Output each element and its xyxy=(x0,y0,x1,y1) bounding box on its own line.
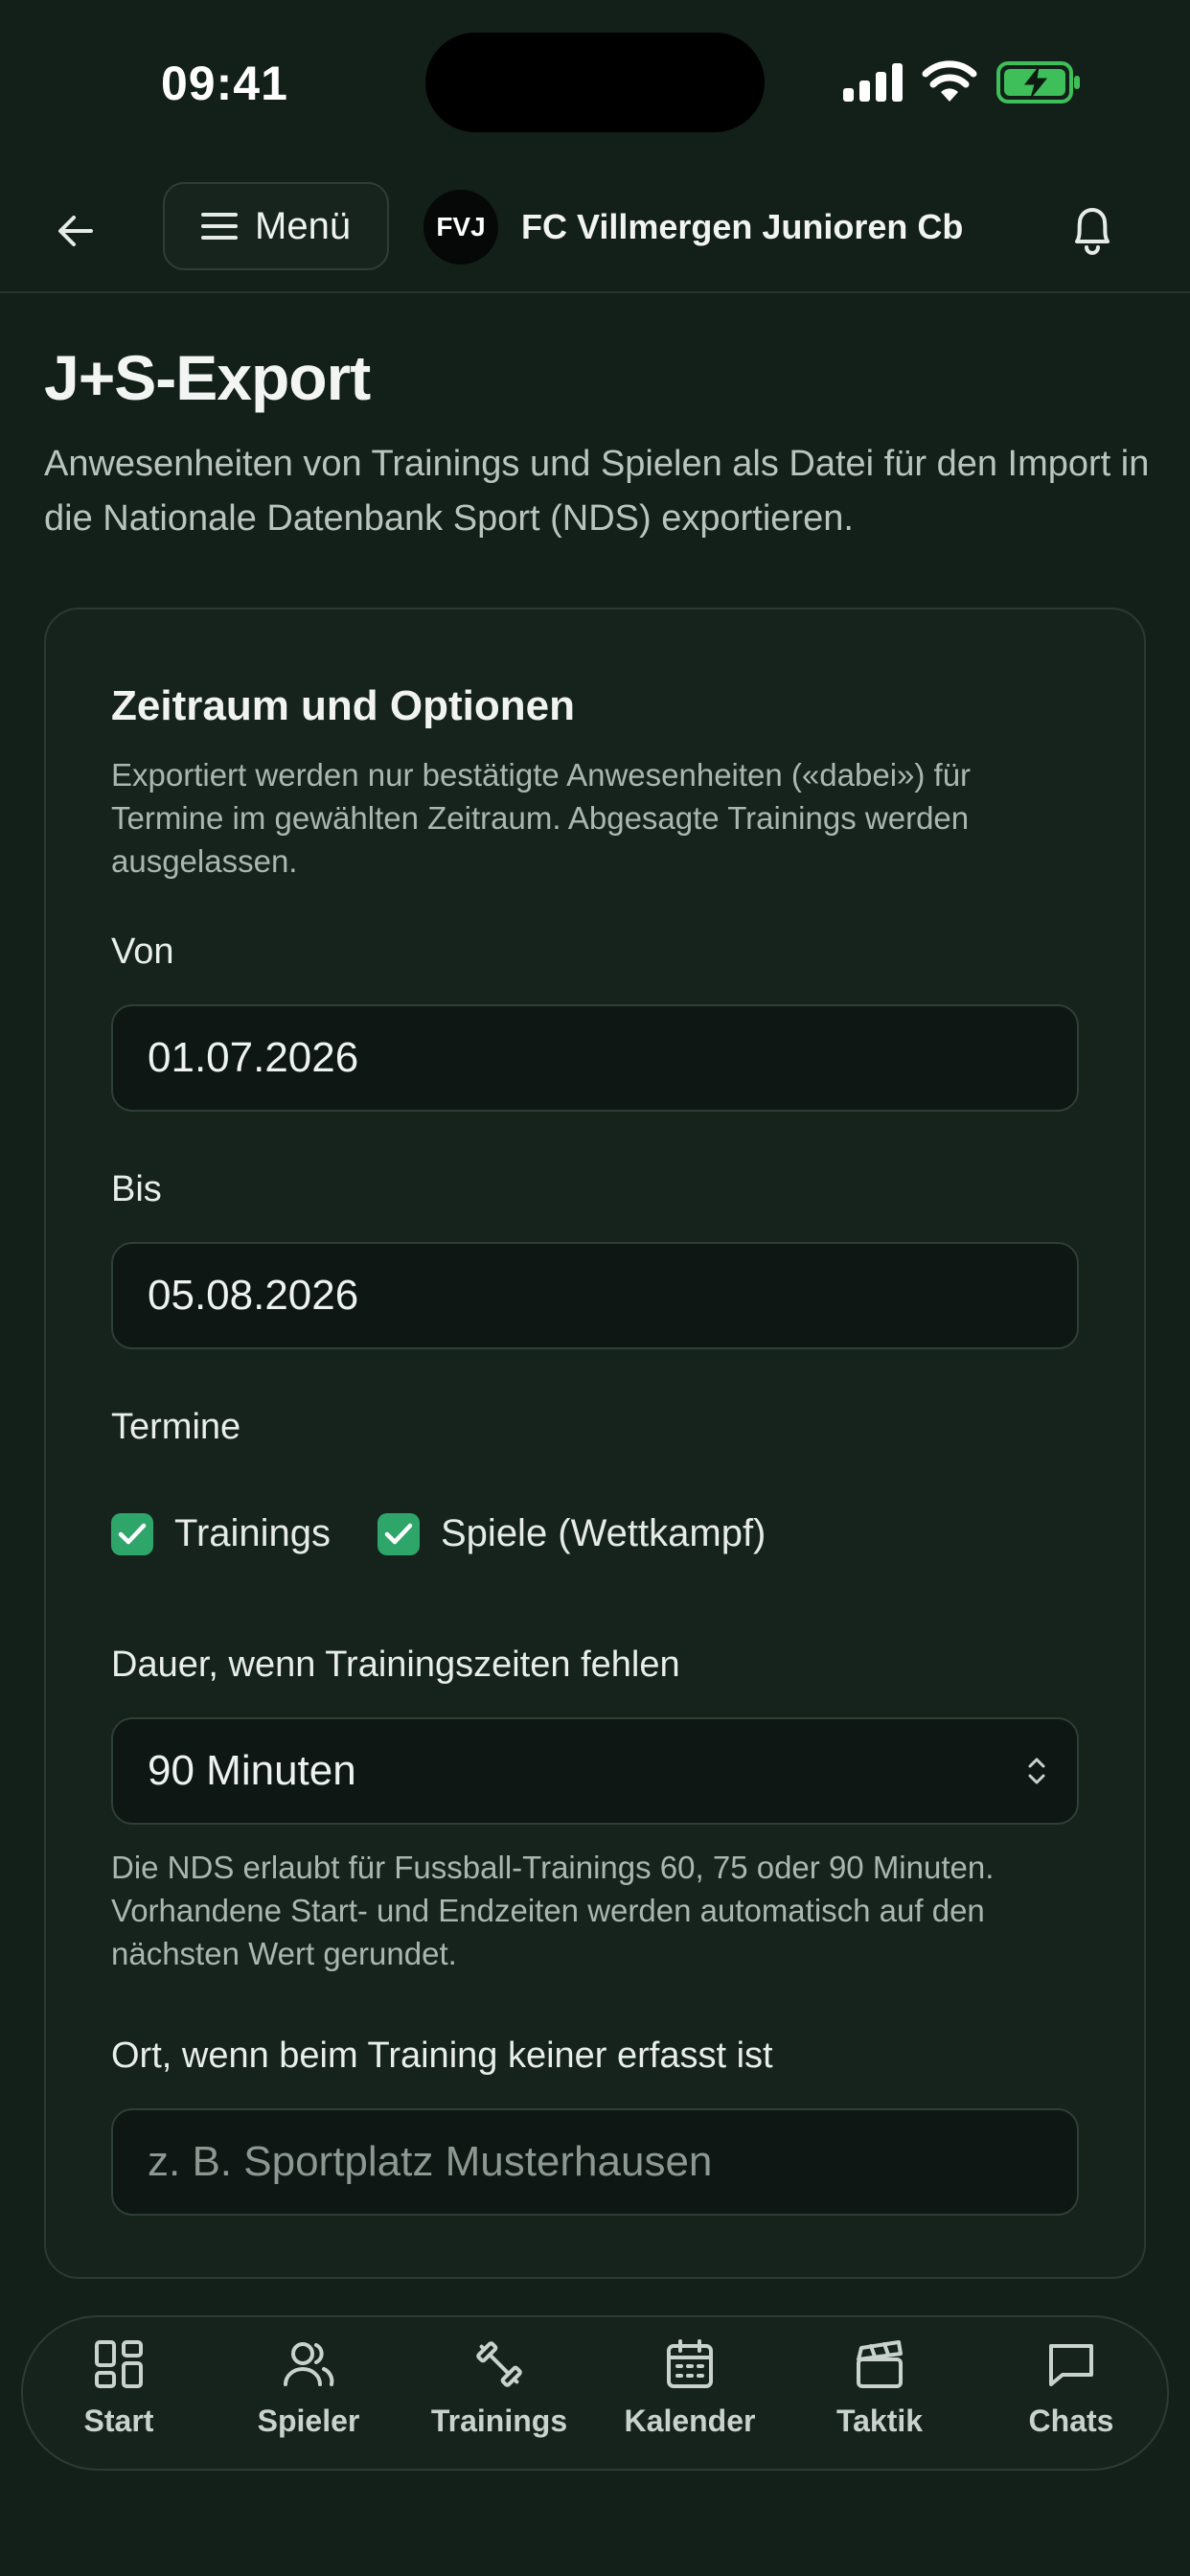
nav-taktik-label: Taktik xyxy=(835,2404,924,2438)
nav-chats-label: Chats xyxy=(1028,2404,1114,2438)
trainings-checkbox-row[interactable]: Trainings xyxy=(111,1512,331,1555)
wifi-icon xyxy=(922,60,977,102)
battery-charging-icon xyxy=(996,61,1080,104)
grid-icon xyxy=(95,2340,143,2388)
nav-chats[interactable]: Chats xyxy=(975,2338,1167,2439)
page-title: J+S-Export xyxy=(44,342,371,413)
nav-spieler[interactable]: Spieler xyxy=(213,2338,404,2439)
nav-trainings-label: Trainings xyxy=(430,2404,568,2438)
users-icon xyxy=(284,2342,334,2386)
status-time: 09:41 xyxy=(161,57,288,110)
games-checkbox-label: Spiele (Wettkampf) xyxy=(441,1512,767,1554)
chevron-up-down-icon xyxy=(1028,1758,1045,1784)
trainings-checkbox-label: Trainings xyxy=(174,1512,332,1554)
team-name[interactable]: FC Villmergen Junioren Cb xyxy=(521,207,963,247)
to-label: Bis xyxy=(111,1169,162,1209)
clapperboard-icon xyxy=(857,2340,903,2388)
games-checkbox-row[interactable]: Spiele (Wettkampf) xyxy=(378,1512,766,1555)
nav-spieler-label: Spieler xyxy=(257,2404,360,2438)
nav-kalender[interactable]: Kalender xyxy=(594,2338,786,2439)
duration-select[interactable]: 90 Minuten xyxy=(111,1717,1079,1825)
nav-kalender-label: Kalender xyxy=(624,2404,756,2438)
bell-icon[interactable] xyxy=(1067,203,1117,257)
page-description: Anwesenheiten von Trainings und Spielen … xyxy=(44,444,1150,539)
back-button[interactable] xyxy=(48,203,103,259)
from-label: Von xyxy=(111,932,174,972)
hamburger-icon xyxy=(201,213,238,240)
duration-label: Dauer, wenn Trainingszeiten fehlen xyxy=(111,1644,680,1685)
dynamic-island xyxy=(425,33,765,132)
trainings-checkbox[interactable] xyxy=(111,1512,153,1555)
nav-start-label: Start xyxy=(83,2404,154,2438)
games-checkbox[interactable] xyxy=(378,1512,420,1555)
dumbbell-icon xyxy=(476,2341,522,2387)
signal-icon xyxy=(843,63,903,102)
menu-label: Menü xyxy=(255,204,352,247)
card-description: Exportiert werden nur bestätigte Anwesen… xyxy=(111,757,972,879)
to-date-input[interactable]: 05.08.2026 xyxy=(111,1242,1079,1349)
from-date-input[interactable]: 01.07.2026 xyxy=(111,1004,1079,1112)
check-icon xyxy=(384,1523,413,1544)
card-title: Zeitraum und Optionen xyxy=(111,682,575,729)
duration-select-value: 90 Minuten xyxy=(148,1747,356,1794)
team-logo: FVJ xyxy=(423,190,498,264)
check-icon xyxy=(118,1523,147,1544)
nav-start[interactable]: Start xyxy=(23,2338,215,2439)
menu-button[interactable]: Menü xyxy=(163,182,389,270)
location-input[interactable]: z. B. Sportplatz Musterhausen xyxy=(111,2108,1079,2216)
calendar-icon xyxy=(667,2339,713,2388)
duration-hint: Die NDS erlaubt für Fussball-Trainings 6… xyxy=(111,1850,995,1971)
chat-icon xyxy=(1049,2344,1093,2386)
nav-taktik[interactable]: Taktik xyxy=(784,2338,975,2439)
location-label: Ort, wenn beim Training keiner erfasst i… xyxy=(111,2036,773,2076)
nav-trainings[interactable]: Trainings xyxy=(403,2338,595,2439)
events-label: Termine xyxy=(111,1407,241,1447)
arrow-left-icon xyxy=(58,216,93,246)
